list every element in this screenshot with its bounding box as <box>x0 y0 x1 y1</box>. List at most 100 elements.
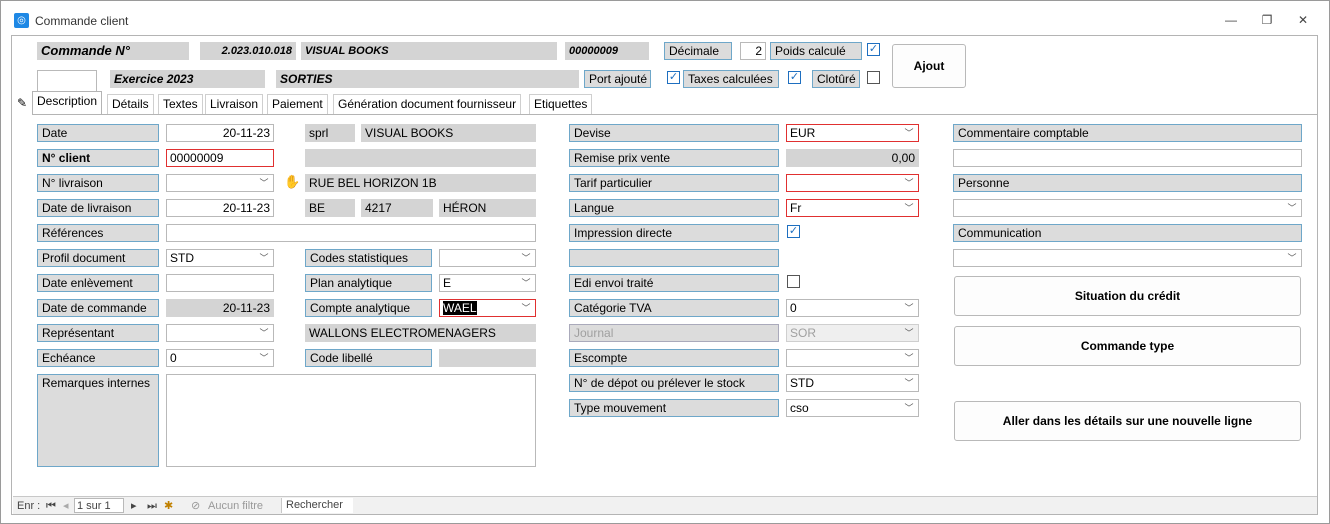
enr-label: Enr : <box>17 500 41 512</box>
date-field[interactable]: 20-11-23 <box>166 124 274 142</box>
prev-record-icon[interactable]: ◂ <box>63 499 69 513</box>
commande-number: 2.023.010.018 <box>200 42 296 60</box>
commentaire-field[interactable] <box>953 149 1302 167</box>
chevron-down-icon: ﹀ <box>521 303 531 313</box>
cloture-checkbox[interactable] <box>867 71 880 84</box>
langue-label: Langue <box>569 199 779 217</box>
main-window: ◎ Commande client — ❐ ✕ Commande N° 2.02… <box>0 0 1330 524</box>
chevron-down-icon: ﹀ <box>521 278 531 288</box>
credit-button[interactable]: Situation du crédit <box>954 276 1301 316</box>
langue-value: Fr <box>790 201 802 215</box>
tarif-label: Tarif particulier <box>569 174 779 192</box>
next-record-icon[interactable]: ▸ <box>131 499 137 513</box>
remarques-textarea[interactable] <box>166 374 536 467</box>
date-livraison-label: Date de livraison <box>37 199 159 217</box>
edi-label: Edi envoi traité <box>569 274 779 292</box>
chevron-down-icon: ﹀ <box>904 203 914 213</box>
chevron-down-icon: ﹀ <box>259 328 269 338</box>
depot-value: STD <box>790 376 814 390</box>
taxes-checkbox[interactable]: ✓ <box>788 71 801 84</box>
codes-stat-select[interactable]: ﹀ <box>439 249 536 267</box>
tva-select[interactable]: 0 ﹀ <box>786 299 919 317</box>
profil-value: STD <box>170 251 194 265</box>
journal-value: SOR <box>790 326 817 340</box>
chevron-down-icon: ﹀ <box>1287 253 1297 263</box>
decimale-field[interactable]: 2 <box>740 42 766 60</box>
tab-etiquettes[interactable]: Etiquettes <box>529 94 593 114</box>
adresse-field: RUE BEL HORIZON 1B <box>305 174 536 192</box>
communication-select[interactable]: ﹀ <box>953 249 1302 267</box>
code-libelle-label: Code libellé <box>305 349 432 367</box>
chevron-down-icon: ﹀ <box>259 353 269 363</box>
echeance-label: Echéance <box>37 349 159 367</box>
echeance-select[interactable]: 0 ﹀ <box>166 349 274 367</box>
ajout-button[interactable]: Ajout <box>892 44 966 88</box>
personne-label: Personne <box>953 174 1302 192</box>
last-record-icon[interactable]: ⏭ <box>147 499 157 513</box>
minimize-icon[interactable]: — <box>1217 9 1245 31</box>
tab-textes[interactable]: Textes <box>158 94 203 114</box>
escompte-label: Escompte <box>569 349 779 367</box>
compte-select[interactable]: WAEL ﹀ <box>439 299 536 317</box>
filter-status[interactable]: Aucun filtre <box>208 499 263 513</box>
tab-description[interactable]: Description <box>32 91 103 114</box>
form-frame: Commande N° 2.023.010.018 VISUAL BOOKS 0… <box>11 35 1318 515</box>
escompte-select[interactable]: ﹀ <box>786 349 919 367</box>
langue-select[interactable]: Fr ﹀ <box>786 199 919 217</box>
echeance-value: 0 <box>170 351 177 365</box>
edi-checkbox[interactable] <box>787 275 800 288</box>
tab-paiement[interactable]: Paiement <box>267 94 328 114</box>
app-icon: ◎ <box>14 13 29 28</box>
decimale-label: Décimale <box>664 42 732 60</box>
poids-checkbox[interactable]: ✓ <box>867 43 880 56</box>
record-field[interactable]: 1 sur 1 <box>74 498 124 513</box>
search-field[interactable]: Rechercher <box>281 498 353 513</box>
tab-livraison[interactable]: Livraison <box>205 94 264 114</box>
restore-icon[interactable]: ❐ <box>1253 9 1281 31</box>
chevron-down-icon: ﹀ <box>904 403 914 413</box>
client-field[interactable]: 00000009 <box>166 149 274 167</box>
new-record-icon[interactable]: ✱ <box>164 499 173 513</box>
date-livraison-field[interactable]: 20-11-23 <box>166 199 274 217</box>
references-field[interactable] <box>166 224 536 242</box>
close-icon[interactable]: ✕ <box>1289 9 1317 31</box>
communication-label: Communication <box>953 224 1302 242</box>
compte-label: Compte analytique <box>305 299 432 317</box>
profil-select[interactable]: STD ﹀ <box>166 249 274 267</box>
commande-label: Commande N° <box>37 42 189 60</box>
nouvelle-ligne-button[interactable]: Aller dans les détails sur une nouvelle … <box>954 401 1301 441</box>
header-blank-field[interactable] <box>37 70 97 92</box>
tab-generation[interactable]: Génération document fournisseur <box>333 94 522 114</box>
enlevement-field[interactable] <box>166 274 274 292</box>
representant-select[interactable]: ﹀ <box>166 324 274 342</box>
livraison-select[interactable]: ﹀ <box>166 174 274 192</box>
journal-label: Journal <box>569 324 779 342</box>
mouvement-select[interactable]: cso ﹀ <box>786 399 919 417</box>
chevron-down-icon: ﹀ <box>259 253 269 263</box>
remise-field: 0,00 <box>786 149 919 167</box>
impression-checkbox[interactable]: ✓ <box>787 225 800 238</box>
chevron-down-icon: ﹀ <box>904 328 914 338</box>
depot-label: N° de dépot ou prélever le stock <box>569 374 779 392</box>
plan-value: E <box>443 276 452 290</box>
remarques-label: Remarques internes <box>37 374 159 467</box>
devise-select[interactable]: EUR ﹀ <box>786 124 919 142</box>
ville-field: HÉRON <box>439 199 536 217</box>
taxes-label: Taxes calculées <box>683 70 779 88</box>
profil-label: Profil document <box>37 249 159 267</box>
depot-select[interactable]: STD ﹀ <box>786 374 919 392</box>
first-record-icon[interactable]: ⏮ <box>46 499 56 513</box>
commentaire-label: Commentaire comptable <box>953 124 1302 142</box>
cp-field: 4217 <box>361 199 433 217</box>
filter-icon: ⊘ <box>191 500 201 512</box>
commande-type-button[interactable]: Commande type <box>954 326 1301 366</box>
tab-details[interactable]: Détails <box>107 94 154 114</box>
personne-select[interactable]: ﹀ <box>953 199 1302 217</box>
address-book-icon[interactable]: ✋ <box>284 174 300 190</box>
plan-select[interactable]: E ﹀ <box>439 274 536 292</box>
chevron-down-icon: ﹀ <box>904 178 914 188</box>
chevron-down-icon: ﹀ <box>904 378 914 388</box>
sorties-field: SORTIES <box>276 70 579 88</box>
tarif-select[interactable]: ﹀ <box>786 174 919 192</box>
port-checkbox[interactable]: ✓ <box>667 71 680 84</box>
